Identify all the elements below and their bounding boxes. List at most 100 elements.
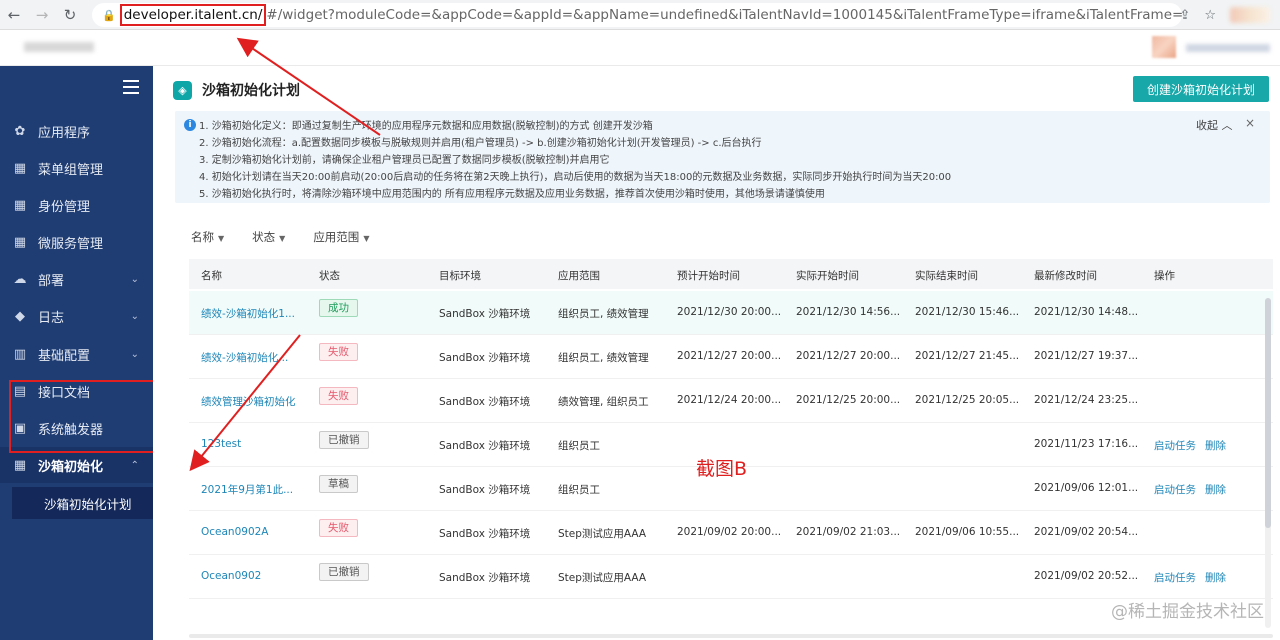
plan-name-link[interactable]: 绩效管理沙箱初始化 [201,394,296,409]
sidebar: ✿ 应用程序 ▦ 菜单组管理 ▦ 身份管理 ▦ 微服务管理 ☁ 部署 ⌄ ◆ 日志 ⌄ ▥ 基础配置 ⌄ ▤ 接口文… [0,66,154,640]
horizontal-scrollbar[interactable] [189,634,1273,638]
address-bar[interactable]: 🔒 developer.italent.cn/ #/widget?moduleC… [92,3,1182,27]
table-cell: SandBox 沙箱环境 [439,484,531,496]
table-cell: 组织员工, 绩效管理 [558,308,649,320]
status-badge: 失败 [319,387,358,405]
status-badge: 已撤销 [319,431,369,449]
chevron-down-icon: ⌄ [130,348,139,360]
table-row[interactable]: Ocean0902A 失败 SandBox 沙箱环境 Step测试应用AAA 2021/… [189,511,1273,555]
column-header[interactable]: 预计开始时间 [677,268,740,283]
info-line: 5. 沙箱初始化执行时，将清除沙箱环境中应用范围内的 所有应用程序元数据及应用业… [199,189,825,200]
info-line: 2. 沙箱初始化流程：a.配置数据同步模板与脱敏规则并启用(租户管理员) -> … [199,138,762,149]
user-name-blurred[interactable] [1186,44,1270,52]
delete-link[interactable]: 删除 [1205,570,1226,585]
status-badge: 成功 [319,299,358,317]
close-icon[interactable]: × [1245,116,1255,130]
table-row[interactable]: 绩效管理沙箱初始化 失败 SandBox 沙箱环境 绩效管理, 组织员工 2021/12… [189,379,1273,423]
annotation-label: 截图B [696,458,748,480]
collapse-button[interactable]: 收起 ︿ [1196,117,1233,133]
filter-label: 状态 [252,230,276,244]
logo-blurred [24,42,94,52]
config-icon: ▥ [13,346,27,362]
profile-blur[interactable] [1230,7,1270,23]
avatar[interactable] [1152,36,1176,58]
reload-icon[interactable]: ↻ [56,6,84,24]
plan-name-link[interactable]: Ocean0902 [201,570,261,582]
column-header[interactable]: 实际结束时间 [915,268,978,283]
sidebar-item-label: 菜单组管理 [38,162,104,178]
column-header[interactable]: 状态 [319,268,340,283]
browser-actions: ⇪ ☆ [1179,0,1280,30]
sidebar-item[interactable]: ☁ 部署 ⌄ [0,261,153,297]
delete-link[interactable]: 删除 [1205,438,1226,453]
table-cell: 2021/09/02 21:03... [796,526,901,538]
plan-name-link[interactable]: Ocean0902A [201,526,269,538]
menu-toggle-icon[interactable] [123,80,139,94]
column-header[interactable]: 名称 [201,268,222,283]
sidebar-item-sandbox-plan[interactable]: 沙箱初始化计划 [12,487,154,519]
start-task-link[interactable]: 启动任务 [1154,438,1196,453]
sidebar-item[interactable]: ▦ 菜单组管理 [0,150,153,186]
plan-name-link[interactable]: 绩效-沙箱初始化... [201,350,288,365]
status-badge: 失败 [319,519,358,537]
start-task-link[interactable]: 启动任务 [1154,570,1196,585]
scrollbar-thumb[interactable] [1265,298,1271,528]
sidebar-item[interactable]: ▥ 基础配置 ⌄ [0,336,153,372]
plan-name-link[interactable]: 绩效-沙箱初始化1... [201,306,295,321]
table-cell: 绩效管理, 组织员工 [558,396,649,408]
layers-icon: ◆ [15,308,25,324]
table-cell: 2021/12/24 20:00... [677,394,782,406]
cube-icon: ◈ [173,80,192,100]
plan-name-link[interactable]: 2021年9月第1此... [201,482,293,497]
plan-name-link[interactable]: 123test [201,438,241,450]
column-header[interactable]: 应用范围 [558,268,600,283]
create-plan-button[interactable]: 创建沙箱初始化计划 [1133,76,1269,102]
table-cell: 2021/09/02 20:52... [1034,570,1139,582]
table-row[interactable]: Ocean0902 已撤销 SandBox 沙箱环境 Step测试应用AAA 2021/… [189,555,1273,599]
sidebar-item[interactable]: ▦ 微服务管理 [0,224,153,260]
sidebar-item[interactable]: ▦ 身份管理 [0,187,153,223]
lock-icon: 🔒 [102,8,116,22]
column-header[interactable]: 最新修改时间 [1034,268,1097,283]
sidebar-item[interactable]: ✿ 应用程序 [0,113,153,149]
table-cell: 2021/09/02 20:00... [677,526,782,538]
column-header[interactable]: 实际开始时间 [796,268,859,283]
bookmark-star-icon[interactable]: ☆ [1204,8,1216,23]
table-row[interactable]: 绩效-沙箱初始化... 失败 SandBox 沙箱环境 组织员工, 绩效管理 2021/… [189,335,1273,379]
table-cell: Step测试应用AAA [558,572,647,584]
filter-dropdown[interactable]: 状态 ▼ [252,229,285,245]
app-header [0,30,1280,66]
caret-down-icon: ▼ [218,234,225,243]
column-header[interactable]: 目标环境 [439,268,481,283]
back-arrow-icon[interactable]: ← [0,6,28,24]
table-cell: SandBox 沙箱环境 [439,440,531,452]
url-host: developer.italent.cn/ [119,4,267,26]
table-cell: 2021/11/23 17:16... [1034,438,1139,450]
grid-icon: ▦ [13,234,27,250]
table-cell: 2021/12/24 23:25... [1034,394,1139,406]
column-header[interactable]: 操作 [1154,268,1175,283]
sidebar-item-label: 身份管理 [38,199,91,215]
table-cell: 2021/12/27 19:37... [1034,350,1139,362]
filter-dropdown[interactable]: 名称 ▼ [191,229,224,245]
table-row[interactable]: 绩效-沙箱初始化1... 成功 SandBox 沙箱环境 组织员工, 绩效管理 2021… [189,291,1273,335]
grid-icon: ▦ [13,160,27,176]
status-badge: 失败 [319,343,358,361]
forward-arrow-icon[interactable]: → [28,6,56,24]
sidebar-item[interactable]: ◆ 日志 ⌄ [0,298,153,334]
watermark: @稀土掘金技术社区 [1111,602,1264,622]
sidebar-item-label: 沙箱初始化 [38,459,104,475]
table-cell: 组织员工 [558,484,600,496]
chevron-down-icon: ⌄ [130,273,139,285]
sidebar-item-label: 日志 [38,310,65,326]
start-task-link[interactable]: 启动任务 [1154,482,1196,497]
table-cell: Step测试应用AAA [558,528,647,540]
delete-link[interactable]: 删除 [1205,482,1226,497]
caret-down-icon: ▼ [279,234,286,243]
filter-bar: 名称 ▼ 状态 ▼ 应用范围 ▼ [191,229,369,245]
chevron-down-icon: ⌄ [130,310,139,322]
table-header: 名称 状态 目标环境 应用范围 预计开始时间 实际开始时间 实际结束时间 最新修改时间 操作 [189,259,1273,289]
share-icon[interactable]: ⇪ [1179,8,1190,23]
filter-dropdown[interactable]: 应用范围 ▼ [313,229,369,245]
table-cell: 2021/12/30 14:48... [1034,306,1139,318]
